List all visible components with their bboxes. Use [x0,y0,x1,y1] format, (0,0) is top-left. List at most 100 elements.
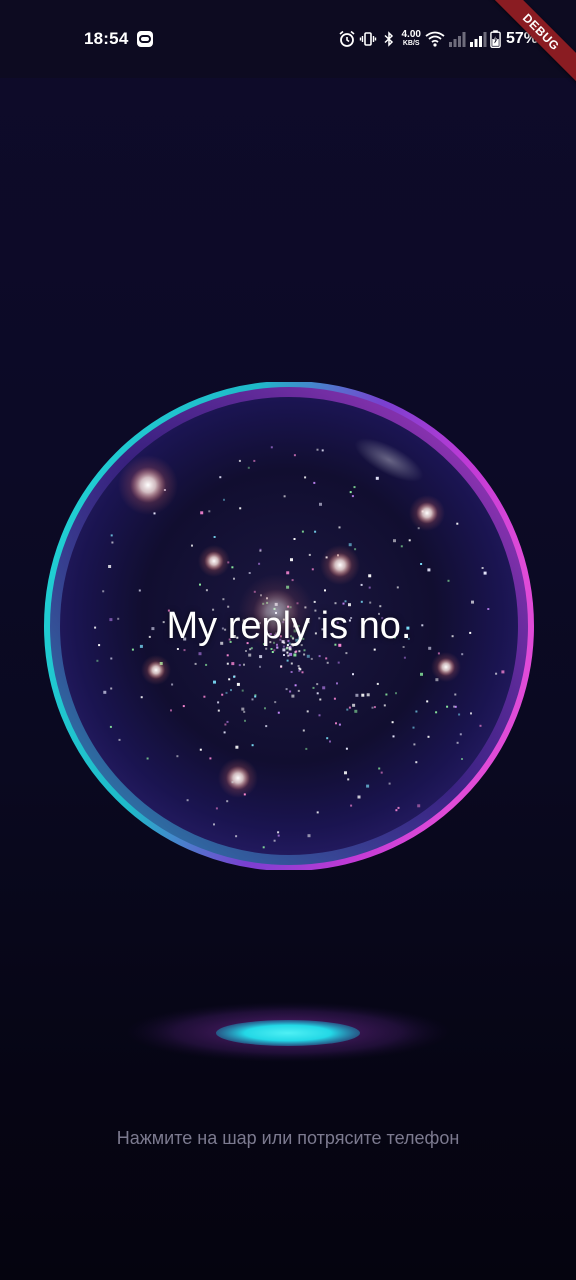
orb-sphere [44,382,534,870]
sparkle [176,755,179,758]
sparkle [366,784,370,788]
sparkle [456,741,459,744]
sparkle [350,804,353,807]
sparkle [348,543,352,547]
sparkle [217,709,220,712]
sparkle [194,662,197,665]
sparkle [435,711,438,714]
sparkle [238,664,241,667]
sparkle [393,539,396,543]
sparkle [238,459,241,462]
sparkle [226,662,229,665]
vibrate-icon [359,32,376,46]
sparkle [200,511,204,515]
sparkle [451,635,454,638]
sparkle [259,655,263,659]
sparkle [250,647,253,650]
sparkle [226,800,229,803]
sparkle [337,661,340,664]
sparkle [303,649,306,652]
sparkle [336,682,338,685]
sparkle [311,568,314,571]
sparkle [208,510,211,513]
sparkle [274,701,277,704]
sparkle [286,651,289,654]
sparkle [319,502,322,506]
alarm-icon [338,30,355,47]
sparkle [310,657,313,660]
sparkle [348,603,351,607]
bluetooth-icon [383,31,393,47]
sparkle [198,652,202,656]
sparkle [313,481,316,484]
sparkle [283,495,286,498]
sparkle [287,654,290,657]
sparkle [459,733,462,736]
sparkle [446,705,449,708]
sparkle [182,705,185,708]
sparkle [224,628,227,631]
sparkle [233,675,236,678]
sparkle [306,654,310,658]
sparkle [151,627,155,631]
sparkle [241,689,244,692]
sparkle [223,731,226,734]
sparkle [415,710,418,713]
sparkle [388,782,391,785]
sparkle [324,589,326,592]
sparkle [221,627,224,630]
sparkle [319,698,322,701]
magic-orb[interactable]: My reply is no. [44,382,534,870]
sparkle [300,644,303,647]
sparkle [191,544,193,547]
sparkle [338,526,341,529]
sparkle [471,600,474,604]
sparkle [353,486,356,489]
sparkle [348,706,351,709]
hint-text: Нажмите на шар или потрясите телефон [116,1128,460,1148]
sparkle [199,583,201,586]
sparkle [109,618,113,622]
sparkle [342,602,345,605]
sparkle [403,656,406,659]
sparkle [402,646,405,648]
sparkle [301,671,304,674]
sparkle [224,723,227,726]
sparkle [199,748,202,751]
network-speed: 4.00 KB/S [402,30,421,48]
sparkle [304,476,307,479]
sparkle [421,624,424,627]
sparkle [213,823,215,826]
sparkle [297,665,300,667]
sparkle [420,563,423,565]
sparkle [373,648,376,651]
sparkle [251,744,254,747]
sparkle [461,758,463,760]
sparkle [171,683,174,686]
sparkle [226,720,229,723]
signal-icon [448,32,466,47]
sparkle [347,778,350,781]
sparkle [329,740,331,743]
sparkle [293,538,296,540]
sparkle [110,534,113,537]
sparkle [354,709,358,713]
sparkle [318,655,321,658]
sparkle [381,617,384,620]
sparkle [291,694,295,698]
sparkle [290,671,293,673]
sparkle [102,590,105,593]
sparkle [271,651,274,653]
sparkle [413,743,416,746]
sparkle [167,609,170,612]
sparkle [391,721,394,724]
sparkle [306,710,309,713]
sparkle [209,757,212,760]
sparkle [290,558,293,562]
sparkle [453,705,455,708]
sparkle [289,690,292,693]
sparkle [405,635,408,638]
sparkle [243,663,245,666]
sparkle [244,719,246,722]
sparkle [277,834,280,837]
